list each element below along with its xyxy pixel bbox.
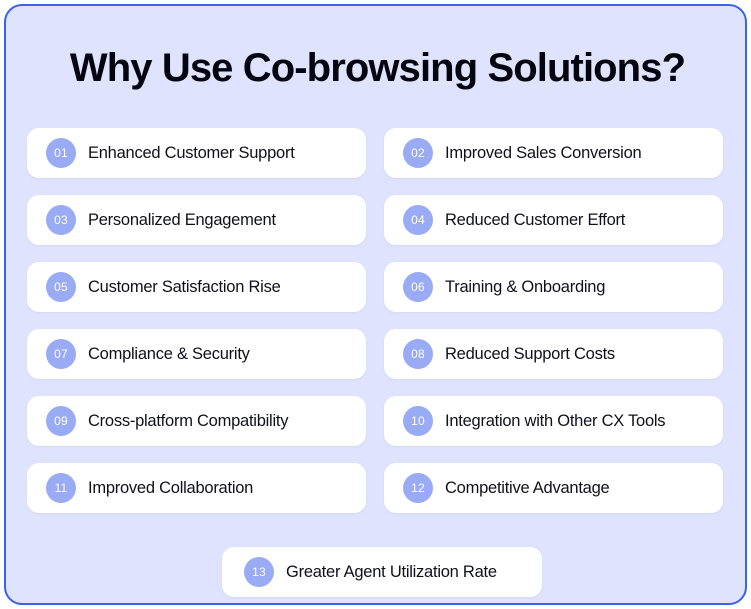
benefit-label-11: Improved Collaboration [88, 478, 254, 497]
benefit-badge-02: 02 [403, 138, 433, 168]
benefit-label-05: Customer Satisfaction Rise [88, 277, 281, 296]
benefit-badge-08: 08 [403, 339, 433, 369]
benefit-label-01: Enhanced Customer Support [88, 143, 295, 162]
benefit-card-02[interactable]: 02 Improved Sales Conversion [384, 128, 723, 178]
benefit-card-05[interactable]: 05 Customer Satisfaction Rise [27, 262, 366, 312]
benefit-card-11[interactable]: 11 Improved Collaboration [27, 463, 366, 513]
benefit-label-08: Reduced Support Costs [445, 344, 615, 363]
benefit-badge-03: 03 [46, 205, 76, 235]
benefit-card-08[interactable]: 08 Reduced Support Costs [384, 329, 723, 379]
benefit-card-06[interactable]: 06 Training & Onboarding [384, 262, 723, 312]
benefit-card-03[interactable]: 03 Personalized Engagement [27, 195, 366, 245]
benefit-badge-01: 01 [46, 138, 76, 168]
benefit-label-07: Compliance & Security [88, 344, 250, 363]
benefit-card-04[interactable]: 04 Reduced Customer Effort [384, 195, 723, 245]
benefit-label-03: Personalized Engagement [88, 210, 276, 229]
benefit-label-02: Improved Sales Conversion [445, 143, 642, 162]
benefit-label-10: Integration with Other CX Tools [445, 411, 666, 430]
benefit-label-06: Training & Onboarding [445, 277, 606, 296]
benefit-card-12[interactable]: 12 Competitive Advantage [384, 463, 723, 513]
benefit-card-07[interactable]: 07 Compliance & Security [27, 329, 366, 379]
benefit-card-10[interactable]: 10 Integration with Other CX Tools [384, 396, 723, 446]
benefit-badge-10: 10 [403, 406, 433, 436]
benefit-label-13: Greater Agent Utilization Rate [286, 562, 497, 581]
benefit-badge-04: 04 [403, 205, 433, 235]
benefit-badge-11: 11 [46, 473, 76, 503]
benefit-card-01[interactable]: 01 Enhanced Customer Support [27, 128, 366, 178]
benefit-badge-09: 09 [46, 406, 76, 436]
benefits-grid: 01 Enhanced Customer Support 02 Improved… [27, 128, 737, 597]
infographic-panel: Why Use Co-browsing Solutions? 01 Enhanc… [4, 4, 747, 605]
benefit-badge-07: 07 [46, 339, 76, 369]
benefit-card-09[interactable]: 09 Cross-platform Compatibility [27, 396, 366, 446]
benefit-label-04: Reduced Customer Effort [445, 210, 626, 229]
page-title: Why Use Co-browsing Solutions? [69, 46, 686, 90]
benefit-badge-05: 05 [46, 272, 76, 302]
benefit-badge-13: 13 [244, 557, 274, 587]
benefit-card-13[interactable]: 13 Greater Agent Utilization Rate [222, 547, 542, 597]
benefit-badge-12: 12 [403, 473, 433, 503]
benefit-badge-06: 06 [403, 272, 433, 302]
benefit-label-09: Cross-platform Compatibility [88, 411, 289, 430]
benefit-label-12: Competitive Advantage [445, 478, 610, 497]
